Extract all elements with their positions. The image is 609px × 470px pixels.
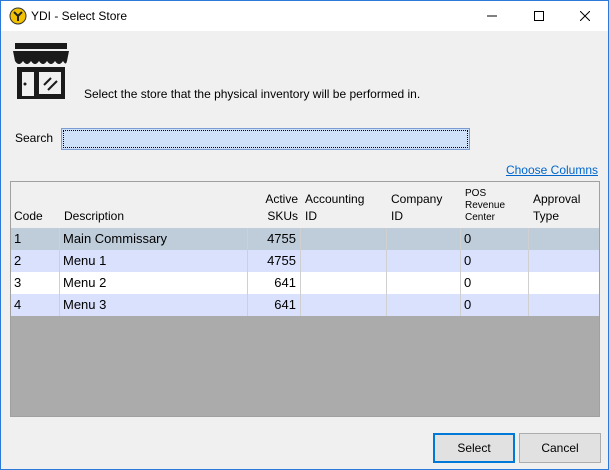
store-grid[interactable]: Code Description Active SKUs Accounting …	[10, 181, 600, 417]
minimize-icon	[487, 15, 497, 17]
app-logo-icon	[9, 7, 27, 25]
cell-approval-type	[529, 250, 599, 272]
cell-pos-revenue-center: 0	[461, 250, 529, 272]
cell-approval-type	[529, 228, 599, 250]
title-bar[interactable]: YDI - Select Store	[1, 1, 608, 31]
column-header-description[interactable]: Description	[64, 182, 244, 228]
maximize-icon	[534, 11, 544, 21]
cell-accounting-id	[301, 272, 387, 294]
cell-description: Main Commissary	[60, 228, 248, 250]
close-button[interactable]	[562, 1, 608, 31]
instruction-text: Select the store that the physical inven…	[84, 87, 421, 101]
cell-active-skus: 4755	[248, 250, 301, 272]
table-row[interactable]: 3 Menu 2 641 0	[11, 272, 599, 294]
maximize-button[interactable]	[516, 1, 562, 31]
cell-code: 2	[11, 250, 60, 272]
column-header-active-skus[interactable]: Active SKUs	[248, 182, 298, 228]
cell-company-id	[387, 228, 461, 250]
cell-pos-revenue-center: 0	[461, 272, 529, 294]
column-header-code[interactable]: Code	[14, 182, 60, 228]
cell-active-skus: 641	[248, 272, 301, 294]
window-title: YDI - Select Store	[31, 9, 128, 23]
cell-description: Menu 3	[60, 294, 248, 316]
cancel-button[interactable]: Cancel	[519, 433, 601, 463]
column-header-company-id[interactable]: Company ID	[391, 182, 461, 228]
search-label: Search	[15, 131, 54, 145]
grid-header: Code Description Active SKUs Accounting …	[11, 182, 599, 228]
choose-columns-link[interactable]: Choose Columns	[506, 163, 598, 177]
minimize-button[interactable]	[469, 1, 515, 31]
cell-accounting-id	[301, 250, 387, 272]
cell-code: 1	[11, 228, 60, 250]
table-row[interactable]: 4 Menu 3 641 0	[11, 294, 599, 316]
cell-description: Menu 2	[60, 272, 248, 294]
search-input[interactable]	[61, 128, 470, 150]
table-row[interactable]: 2 Menu 1 4755 0	[11, 250, 599, 272]
cell-accounting-id	[301, 228, 387, 250]
cell-code: 3	[11, 272, 60, 294]
cell-accounting-id	[301, 294, 387, 316]
cell-pos-revenue-center: 0	[461, 228, 529, 250]
dialog-content: Select the store that the physical inven…	[1, 31, 608, 469]
cell-company-id	[387, 250, 461, 272]
column-header-approval-type[interactable]: Approval Type	[533, 182, 597, 228]
cell-active-skus: 641	[248, 294, 301, 316]
cell-company-id	[387, 294, 461, 316]
column-header-accounting-id[interactable]: Accounting ID	[305, 182, 387, 228]
cell-code: 4	[11, 294, 60, 316]
select-store-window: YDI - Select Store Select the store that…	[0, 0, 609, 470]
cell-pos-revenue-center: 0	[461, 294, 529, 316]
cell-approval-type	[529, 294, 599, 316]
select-button[interactable]: Select	[433, 433, 515, 463]
storefront-icon	[13, 43, 69, 99]
close-icon	[580, 11, 590, 21]
cell-company-id	[387, 272, 461, 294]
cell-description: Menu 1	[60, 250, 248, 272]
table-row[interactable]: 1 Main Commissary 4755 0	[11, 228, 599, 250]
cell-approval-type	[529, 272, 599, 294]
column-header-pos-revenue-center[interactable]: POS Revenue Center	[465, 182, 529, 228]
cell-active-skus: 4755	[248, 228, 301, 250]
